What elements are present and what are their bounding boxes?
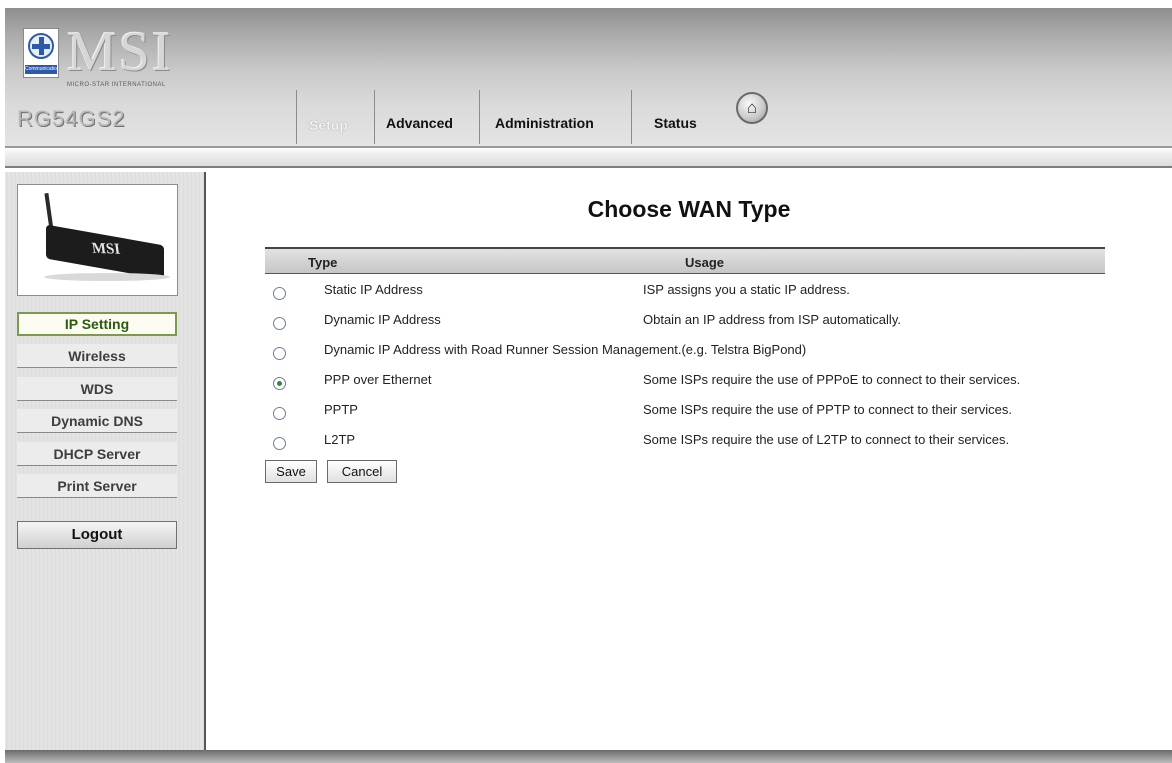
msi-logo: Communication [23, 28, 59, 78]
wan-type-label: PPP over Ethernet [324, 372, 432, 387]
wan-table-header: Type Usage [265, 247, 1105, 273]
save-button[interactable]: Save [265, 460, 317, 483]
wan-type-label: Static IP Address [324, 282, 423, 297]
table-row: Static IP Address ISP assigns you a stat… [265, 279, 1105, 309]
wan-type-label: PPTP [324, 402, 358, 417]
wan-type-usage: Some ISPs require the use of L2TP to con… [643, 432, 1010, 447]
wan-type-label: Dynamic IP Address [324, 312, 441, 327]
table-header-divider [265, 273, 1105, 274]
wan-type-usage: Some ISPs require the use of PPTP to con… [643, 402, 1012, 417]
sidebar-item-ip-setting[interactable]: IP Setting [17, 312, 177, 336]
table-row: PPTP Some ISPs require the use of PPTP t… [265, 399, 1105, 429]
table-row: L2TP Some ISPs require the use of L2TP t… [265, 429, 1105, 459]
sidebar-item-dynamic-dns[interactable]: Dynamic DNS [17, 409, 177, 433]
router-brand-label: MSI [90, 240, 122, 258]
wan-type-radio-dynamic-ip[interactable] [273, 317, 286, 330]
column-header-usage: Usage [685, 255, 725, 270]
wan-type-radio-pptp[interactable] [273, 407, 286, 420]
page-title: Choose WAN Type [587, 196, 791, 222]
model-name: RG54GS2 [17, 106, 126, 131]
router-shadow [44, 273, 170, 281]
router-image: MSI [17, 184, 178, 296]
column-header-type: Type [308, 255, 338, 270]
sidebar-item-wds[interactable]: WDS [17, 377, 177, 401]
table-row: PPP over Ethernet Some ISPs require the … [265, 369, 1105, 399]
table-row: Dynamic IP Address with Road Runner Sess… [265, 339, 1105, 369]
footer-bar [5, 750, 1172, 763]
home-icon[interactable]: ⌂ [736, 92, 768, 124]
wan-type-usage: Some ISPs require the use of PPPoE to co… [643, 372, 1021, 387]
logout-button[interactable]: Logout [17, 521, 177, 549]
cancel-button[interactable]: Cancel [327, 460, 397, 483]
router-body: MSI [46, 224, 164, 280]
tab-status[interactable]: Status [631, 90, 751, 144]
table-row: Dynamic IP Address Obtain an IP address … [265, 309, 1105, 339]
wan-type-label: Dynamic IP Address with Road Runner Sess… [324, 342, 807, 357]
sidebar-item-print-server[interactable]: Print Server [17, 474, 177, 498]
sidebar-item-dhcp-server[interactable]: DHCP Server [17, 442, 177, 466]
msi-emblem-icon [28, 33, 54, 59]
wan-type-label: L2TP [324, 432, 356, 447]
sidebar-item-wireless[interactable]: Wireless [17, 344, 177, 368]
header-subbar [5, 146, 1172, 168]
brand-tagline: MICRO-STAR INTERNATIONAL [67, 82, 166, 88]
tab-advanced[interactable]: Advanced [374, 90, 479, 144]
brand-name: MSI [67, 21, 173, 83]
wan-type-usage: Obtain an IP address from ISP automatica… [643, 312, 901, 327]
top-header: Communication MSI MICRO-STAR INTERNATION… [5, 8, 1172, 146]
wan-type-radio-l2tp[interactable] [273, 437, 286, 450]
tab-administration[interactable]: Administration [479, 90, 631, 144]
tab-setup[interactable]: Setup [296, 90, 374, 144]
wan-type-radio-pppoe[interactable] [273, 377, 286, 390]
wan-type-radio-road-runner[interactable] [273, 347, 286, 360]
logo-subtext: Communication [25, 65, 57, 74]
wan-type-radio-static-ip[interactable] [273, 287, 286, 300]
wan-type-usage: ISP assigns you a static IP address. [643, 282, 850, 297]
sidebar: MSI IP Setting Wireless WDS Dynamic DNS … [5, 172, 206, 750]
